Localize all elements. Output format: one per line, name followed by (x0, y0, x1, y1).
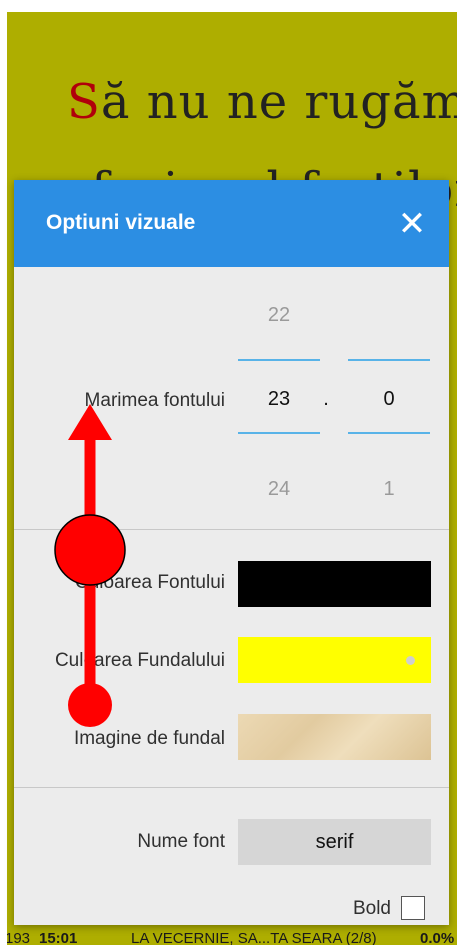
touch-point-icon (54, 514, 126, 586)
swipe-end-dot-icon (68, 683, 112, 727)
swipe-gesture-overlay (54, 404, 126, 727)
arrow-up-icon (68, 404, 112, 440)
